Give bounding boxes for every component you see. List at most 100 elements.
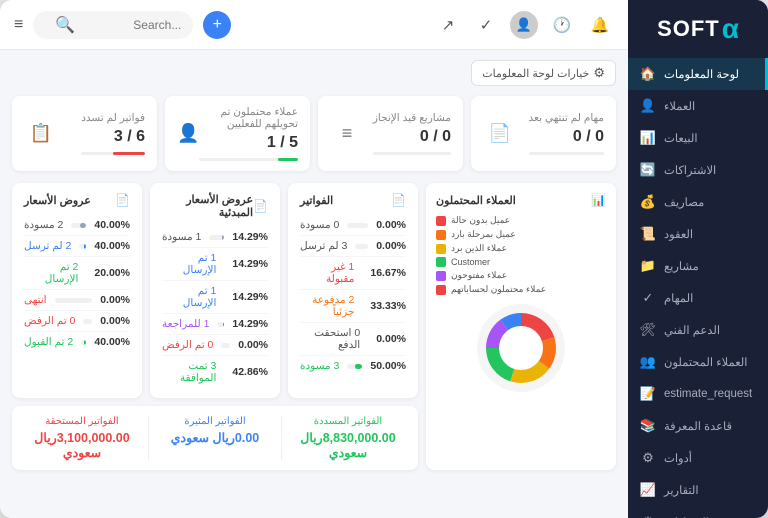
sidebar-item-9[interactable]: العملاء المحتملون👥	[628, 346, 768, 378]
prices-base-icon: 📄	[253, 199, 268, 213]
sidebar-item-11[interactable]: قاعدة المعرفة📚	[628, 410, 768, 442]
status-item: 0.00% 3 لم ترسل	[300, 236, 406, 257]
sidebar-item-6[interactable]: مشاريع📁	[628, 250, 768, 282]
stat-card-icon-0: 📄	[483, 117, 517, 151]
status-item: 0.00% 0 تم الرفض	[24, 311, 130, 332]
status-item: 14.29% 1 مسودة	[162, 227, 268, 248]
legend-item-5: عملاء محتملون لحساباتهم	[436, 284, 606, 295]
prices-base-list: 14.29% 1 مسودة 14.29% 1 تم الإرسال 14.29…	[162, 227, 268, 388]
logo-alpha-icon: α	[722, 13, 739, 45]
legend-item-0: عميل بدون حالة	[436, 215, 606, 226]
clients-chart-icon: 📊	[591, 193, 606, 207]
status-item: 14.29% 1 تم الإرسال	[162, 248, 268, 281]
status-item: 0.00% 0 مسودة	[300, 215, 406, 236]
legend-item-2: عملاء الذين برد	[436, 243, 606, 254]
status-item: 14.29% 1 للمراجعة	[162, 314, 268, 335]
stat-card-1: مشاريع قيد الإنجاز 0 / 0 ≡	[318, 96, 463, 171]
footer-total-item-1: الفواتير المثيرة 0.00ريال سعودي	[157, 416, 273, 460]
stat-card-title-0: مهام لم تنتهي بعد	[529, 112, 604, 124]
content-area: ⚙ خيارات لوحة المعلومات مهام لم تنتهي بع…	[0, 50, 628, 518]
footer-totals: الفواتير المسددة 8,830,000.00ريال سعودي …	[12, 406, 418, 470]
stat-card-0: مهام لم تنتهي بعد 0 / 0 📄	[471, 96, 616, 171]
footer-divider	[281, 416, 282, 460]
sidebar-item-10[interactable]: estimate_request📝	[628, 378, 768, 410]
stat-card-3: فواتير لم تسدد 6 / 3 📋	[12, 96, 157, 171]
stat-card-icon-2: 👤	[177, 117, 199, 151]
logo-text: SOFT	[657, 16, 720, 42]
clock-icon[interactable]: 🕐	[548, 11, 576, 39]
clients-chart-title: 📊 العملاء المحتملون	[436, 193, 606, 207]
sidebar-item-14[interactable]: الإعدادات⚙	[628, 506, 768, 518]
sidebar: α SOFT لوحة المعلومات🏠العملاء👤البيعات📊ال…	[628, 0, 768, 518]
sidebar-item-8[interactable]: الدعم الفني🛠	[628, 314, 768, 346]
stat-card-value-1: 0 / 0	[373, 128, 451, 146]
topbar: 🔔 🕐 👤 ✓ ↗ + 🔍 ≡	[0, 0, 628, 50]
clients-chart-card: 📊 العملاء المحتملون عميل بدون حالة عميل ب…	[426, 183, 616, 470]
options-label: خيارات لوحة المعلومات	[482, 67, 589, 80]
search-input[interactable]	[81, 18, 181, 32]
stat-card-icon-3: 📋	[24, 117, 58, 151]
avatar[interactable]: 👤	[510, 11, 538, 39]
bottom-section: 📊 العملاء المحتملون عميل بدون حالة عميل ب…	[12, 183, 616, 470]
legend-label-1: عميل بمرحلة بارد	[451, 229, 516, 240]
stat-cards: مهام لم تنتهي بعد 0 / 0 📄 مشاريع قيد الإ…	[12, 96, 616, 171]
main-area: 🔔 🕐 👤 ✓ ↗ + 🔍 ≡ ⚙ خيارات لوحة المعلومات	[0, 0, 628, 518]
invoices-icon: 📄	[391, 193, 406, 207]
stat-card-2: عملاء محتملون تم تحويلهم للفعليين 5 / 1 …	[165, 96, 310, 171]
search-icon: 🔍	[55, 15, 75, 35]
sidebar-item-5[interactable]: العقود📜	[628, 218, 768, 250]
check-icon[interactable]: ✓	[472, 11, 500, 39]
legend-label-2: عملاء الذين برد	[451, 243, 507, 254]
stat-card-value-2: 5 / 1	[199, 134, 298, 152]
legend-label-4: عملاء مفتوحون	[451, 270, 507, 281]
sidebar-item-0[interactable]: لوحة المعلومات🏠	[628, 58, 768, 90]
status-item: 14.29% 1 تم الإرسال	[162, 281, 268, 314]
legend-item-4: عملاء مفتوحون	[436, 270, 606, 281]
footer-divider	[148, 416, 149, 460]
prices-offers-list: 40.00% 2 مسودة 40.00% 2 لم ترسل 20.00% 2…	[24, 215, 130, 352]
prices-offers-title: 📄 عروض الأسعار	[24, 193, 130, 207]
prices-base-title: 📄 عروض الأسعار المبدئية	[162, 193, 268, 219]
sidebar-item-2[interactable]: البيعات📊	[628, 122, 768, 154]
stat-card-title-3: فواتير لم تسدد	[81, 112, 145, 124]
sidebar-item-1[interactable]: العملاء👤	[628, 90, 768, 122]
sidebar-item-4[interactable]: مصاريف💰	[628, 186, 768, 218]
invoices-title: 📄 الفواتير	[300, 193, 406, 207]
status-item: 40.00% 2 مسودة	[24, 215, 130, 236]
status-item: 20.00% 2 تم الإرسال	[24, 257, 130, 290]
prices-base-card: 📄 عروض الأسعار المبدئية 14.29% 1 مسودة 1…	[150, 183, 280, 398]
app-logo: α SOFT	[628, 0, 768, 58]
stat-card-value-3: 6 / 3	[81, 128, 145, 146]
bell-icon[interactable]: 🔔	[586, 11, 614, 39]
footer-total-item-2: الفواتير المستحقة 3,100,000.00ريال سعودي	[24, 416, 140, 460]
stat-card-icon-1: ≡	[330, 117, 364, 151]
options-button[interactable]: ⚙ خيارات لوحة المعلومات	[471, 60, 616, 86]
prices-offers-icon: 📄	[115, 193, 130, 207]
sidebar-item-13[interactable]: التقارير📈	[628, 474, 768, 506]
status-item: 33.33% 2 مدفوعة جزئياً	[300, 290, 406, 323]
status-item: 0.00% انتهى	[24, 290, 130, 311]
status-item: 0.00% 0 تم الرفض	[162, 335, 268, 356]
legend-label-0: عميل بدون حالة	[451, 215, 510, 226]
status-item: 0.00% 0 استحقت الدفع	[300, 323, 406, 356]
topbar-left-icons: 🔔 🕐 👤 ✓ ↗	[434, 11, 614, 39]
sidebar-nav: لوحة المعلومات🏠العملاء👤البيعات📊الاشتراكا…	[628, 58, 768, 518]
search-container: 🔍	[33, 11, 193, 39]
status-item: 40.00% 2 تم القبول	[24, 332, 130, 352]
legend-label-5: عملاء محتملون لحساباتهم	[451, 284, 546, 295]
prices-offers-card: 📄 عروض الأسعار 40.00% 2 مسودة 40.00% 2 ل…	[12, 183, 142, 398]
invoices-card: 📄 الفواتير 0.00% 0 مسودة 0.00% 3 لم ترسل…	[288, 183, 418, 398]
status-item: 40.00% 2 لم ترسل	[24, 236, 130, 257]
sidebar-item-12[interactable]: أدوات⚙	[628, 442, 768, 474]
add-button[interactable]: +	[203, 11, 231, 39]
legend-item-3: Customer	[436, 257, 606, 267]
legend-item-1: عميل بمرحلة بارد	[436, 229, 606, 240]
stat-card-title-1: مشاريع قيد الإنجاز	[373, 112, 451, 124]
status-item: 16.67% 1 غير مقبولة	[300, 257, 406, 290]
page-header: ⚙ خيارات لوحة المعلومات	[12, 60, 616, 86]
stat-card-value-0: 0 / 0	[529, 128, 604, 146]
menu-icon[interactable]: ≡	[14, 16, 23, 34]
share-icon[interactable]: ↗	[434, 11, 462, 39]
sidebar-item-3[interactable]: الاشتراكات🔄	[628, 154, 768, 186]
sidebar-item-7[interactable]: المهام✓	[628, 282, 768, 314]
